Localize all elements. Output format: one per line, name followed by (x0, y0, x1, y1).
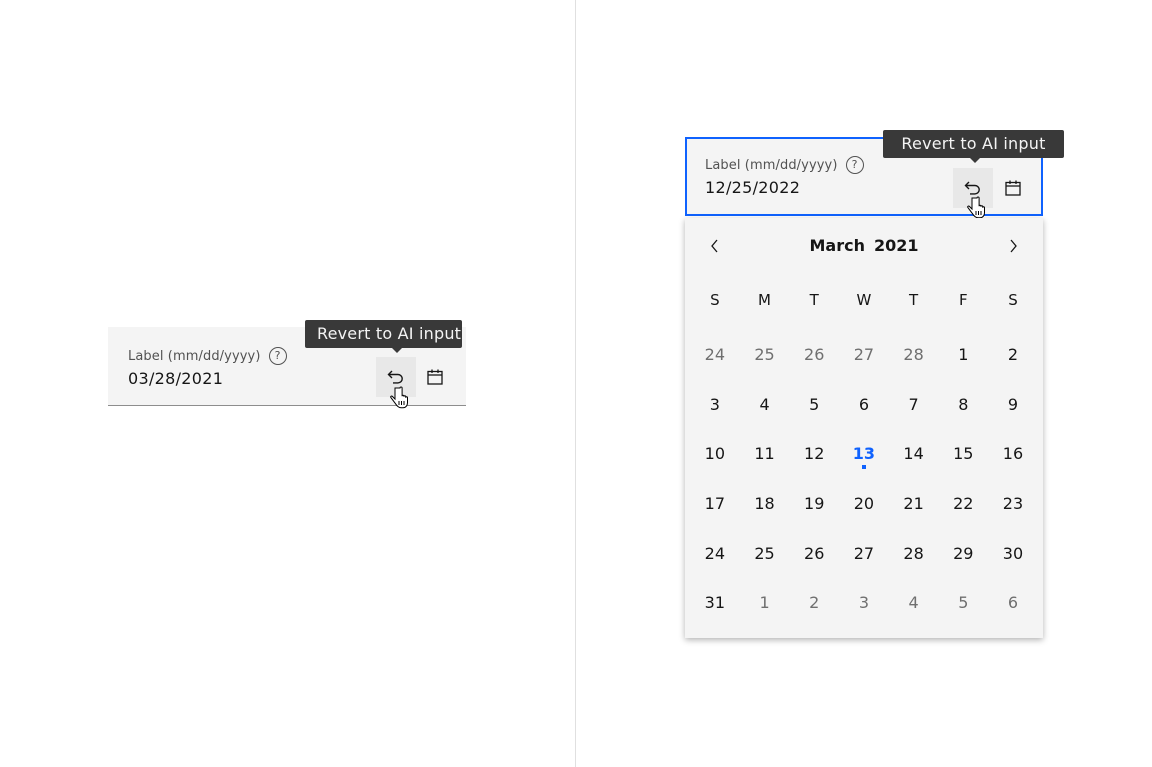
calendar-day[interactable]: 5 (938, 578, 988, 628)
revert-tooltip: Revert to AI input (305, 320, 462, 353)
year-label[interactable]: 2021 (874, 236, 919, 255)
calendar-day[interactable]: 25 (740, 529, 790, 579)
calendar-icon (427, 369, 443, 385)
calendar-day[interactable]: 30 (988, 529, 1038, 579)
calendar-day[interactable]: 4 (740, 380, 790, 430)
calendar-day[interactable]: 12 (789, 429, 839, 479)
calendar-day[interactable]: 9 (988, 380, 1038, 430)
calendar-day[interactable]: 28 (889, 529, 939, 579)
weekday-label: T (809, 291, 819, 309)
hand-cursor-icon (967, 196, 985, 219)
open-calendar-button[interactable] (997, 168, 1029, 208)
calendar-day[interactable]: 22 (938, 479, 988, 529)
calendar-day[interactable]: 1 (740, 578, 790, 628)
revert-tooltip: Revert to AI input (883, 130, 1064, 163)
calendar-day[interactable]: 26 (789, 330, 839, 380)
calendar-day[interactable]: 3 (839, 578, 889, 628)
calendar-day[interactable]: 2 (789, 578, 839, 628)
help-icon[interactable]: ? (268, 347, 287, 365)
panel-divider (575, 0, 576, 767)
open-calendar-button[interactable] (419, 357, 451, 397)
weekday-header-row: S M T W T F S (690, 288, 1038, 312)
calendar-day[interactable]: 25 (740, 330, 790, 380)
weekday-label: T (909, 291, 919, 309)
calendar-popover: March 2021 S M T W T F S 24 25 26 27 28 1 2 3 4 5 6… (685, 218, 1043, 638)
field-label: Label (mm/dd/yyyy) (128, 348, 261, 364)
calendar-day[interactable]: 7 (889, 380, 939, 430)
weekday-label: S (1008, 291, 1018, 309)
weekday-label: M (758, 291, 771, 309)
calendar-day[interactable]: 20 (839, 479, 889, 529)
calendar-day[interactable]: 24 (690, 529, 740, 579)
calendar-day[interactable]: 15 (938, 429, 988, 479)
calendar-day[interactable]: 6 (988, 578, 1038, 628)
calendar-day[interactable]: 19 (789, 479, 839, 529)
calendar-day[interactable]: 16 (988, 429, 1038, 479)
calendar-day[interactable]: 27 (839, 330, 889, 380)
hand-cursor-icon (390, 386, 408, 409)
calendar-day-today[interactable]: 13 (839, 429, 889, 479)
calendar-day[interactable]: 17 (690, 479, 740, 529)
calendar-day[interactable]: 27 (839, 529, 889, 579)
calendar-day[interactable]: 31 (690, 578, 740, 628)
month-label[interactable]: March (809, 236, 864, 255)
undo-icon (387, 370, 403, 384)
month-year-label: March 2021 (685, 236, 1043, 255)
calendar-day[interactable]: 21 (889, 479, 939, 529)
calendar-day[interactable]: 26 (789, 529, 839, 579)
date-value[interactable]: 12/25/2022 (705, 178, 800, 197)
calendar-day[interactable]: 10 (690, 429, 740, 479)
calendar-day[interactable]: 2 (988, 330, 1038, 380)
weekday-label: S (710, 291, 720, 309)
undo-icon (964, 181, 980, 195)
calendar-day[interactable]: 6 (839, 380, 889, 430)
calendar-day[interactable]: 28 (889, 330, 939, 380)
field-label: Label (mm/dd/yyyy) (705, 157, 838, 173)
date-value[interactable]: 03/28/2021 (128, 369, 223, 388)
calendar-day[interactable]: 1 (938, 330, 988, 380)
label-row: Label (mm/dd/yyyy) ? (705, 156, 864, 174)
calendar-day[interactable]: 11 (740, 429, 790, 479)
chevron-right-icon (1010, 239, 1017, 253)
days-grid: 24 25 26 27 28 1 2 3 4 5 6 7 8 9 10 11 12 13 14 15 16 17 18 19 2… (690, 330, 1038, 628)
calendar-day[interactable]: 29 (938, 529, 988, 579)
calendar-header: March 2021 (685, 230, 1043, 262)
calendar-day[interactable]: 24 (690, 330, 740, 380)
calendar-day[interactable]: 23 (988, 479, 1038, 529)
calendar-day[interactable]: 3 (690, 380, 740, 430)
calendar-day[interactable]: 4 (889, 578, 939, 628)
next-month-button[interactable] (993, 230, 1033, 262)
weekday-label: W (856, 291, 872, 309)
calendar-icon (1005, 180, 1021, 196)
calendar-day[interactable]: 8 (938, 380, 988, 430)
help-icon[interactable]: ? (845, 156, 864, 174)
calendar-day[interactable]: 18 (740, 479, 790, 529)
calendar-day[interactable]: 14 (889, 429, 939, 479)
weekday-label: F (958, 291, 968, 309)
calendar-day[interactable]: 5 (789, 380, 839, 430)
label-row: Label (mm/dd/yyyy) ? (128, 347, 287, 365)
